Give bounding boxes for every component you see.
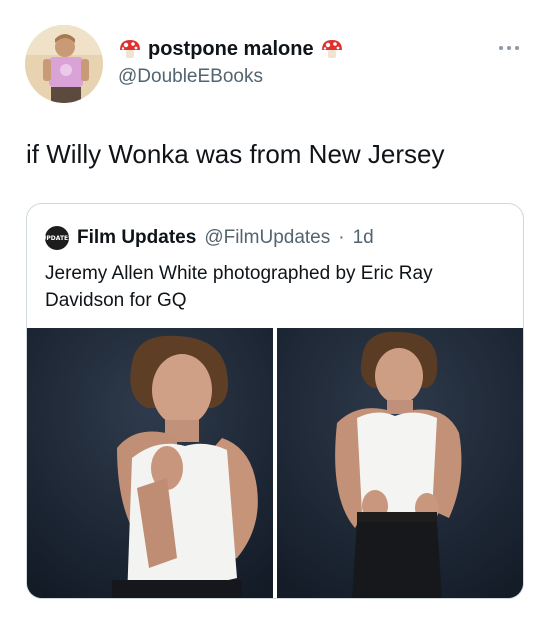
more-dot	[507, 46, 511, 50]
author-display-name[interactable]: postpone malone	[118, 36, 344, 62]
tweet-text: if Willy Wonka was from New Jersey	[26, 139, 445, 169]
quote-media	[27, 328, 523, 598]
quote-author-avatar[interactable]: UPDATES	[42, 226, 72, 250]
photo-2[interactable]	[277, 328, 523, 598]
quote-separator: ·	[338, 227, 345, 248]
author-handle[interactable]: @DoubleEBooks	[118, 66, 263, 88]
author-avatar[interactable]	[25, 25, 103, 103]
more-dot	[499, 46, 503, 50]
quote-author-name[interactable]: Film Updates	[77, 227, 196, 249]
quote-author-handle[interactable]: @FilmUpdates	[204, 227, 330, 249]
author-name-text: postpone malone	[148, 37, 314, 60]
more-dot	[515, 46, 519, 50]
photo-1[interactable]	[27, 328, 273, 598]
quote-timestamp[interactable]: 1d	[353, 227, 374, 249]
more-horizontal-icon[interactable]	[499, 44, 523, 52]
quote-tweet-card[interactable]: UPDATES Film Updates @FilmUpdates · 1d J…	[26, 203, 524, 599]
tweet: postpone malone @DoubleEBooks if Willy W…	[0, 0, 551, 640]
quote-header: UPDATES Film Updates @FilmUpdates · 1d	[42, 225, 374, 251]
quote-text: Jeremy Allen White photographed by Eric …	[45, 263, 433, 311]
mushroom-icon	[118, 37, 142, 61]
mushroom-icon	[320, 37, 344, 61]
